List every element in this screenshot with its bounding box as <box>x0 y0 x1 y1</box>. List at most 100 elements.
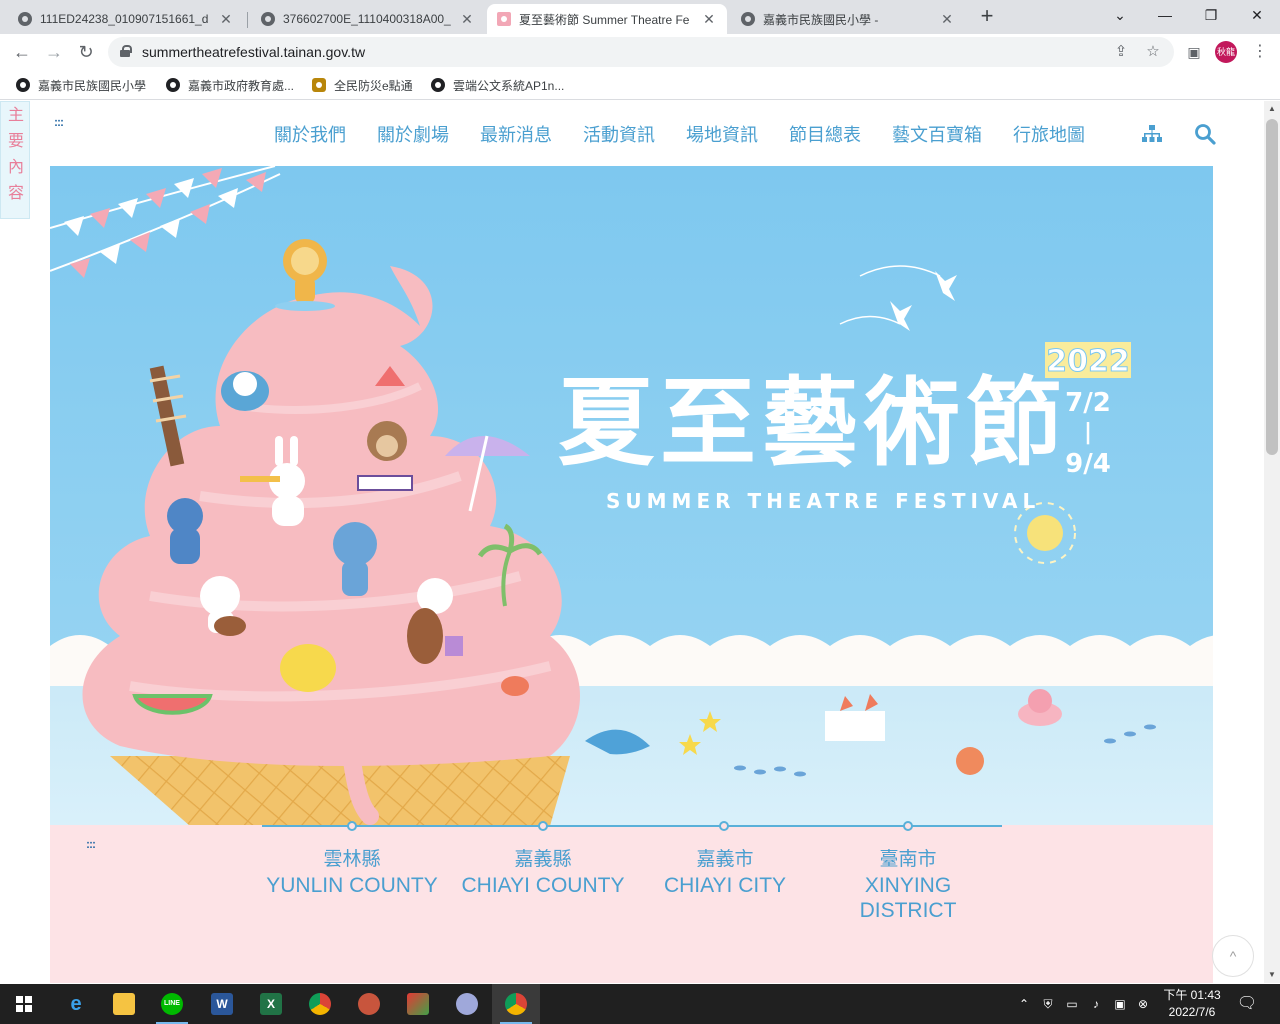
bookmark-label: 雲端公文系統AP1n... <box>453 78 565 93</box>
search-icon[interactable] <box>1194 123 1216 145</box>
globe-icon <box>166 78 180 92</box>
tray-overflow-icon[interactable]: ⌃ <box>1014 984 1034 1024</box>
profile-avatar[interactable]: 秋龍 <box>1215 41 1237 63</box>
page-scrollbar[interactable]: ▲ ▼ <box>1264 101 1280 983</box>
accesskey-marker[interactable]: ::: <box>54 115 64 129</box>
nav-venues[interactable]: 場地資訊 <box>686 121 758 151</box>
forward-icon[interactable]: → <box>42 40 66 64</box>
taskbar-chrome[interactable] <box>296 984 344 1024</box>
venue-name-zh: 雲林縣 <box>323 849 381 870</box>
bookmark-item[interactable]: 嘉義市民族國民小學 <box>16 76 146 94</box>
close-tab-icon[interactable]: ✕ <box>701 11 717 28</box>
back-icon[interactable]: ← <box>10 40 34 64</box>
main-content-skip-link[interactable]: 主 要 內 容 <box>0 101 30 219</box>
scroll-up-icon[interactable]: ▲ <box>1264 101 1280 117</box>
restore-icon[interactable]: ❐ <box>1188 0 1234 30</box>
nav-about-theatre[interactable]: 關於劇場 <box>377 121 449 151</box>
penguin-character <box>221 371 269 411</box>
taskbar-app[interactable] <box>394 984 442 1024</box>
nav-program-list[interactable]: 節目總表 <box>789 121 861 151</box>
bookmark-star-icon[interactable]: ☆ <box>1144 43 1162 61</box>
new-tab-button[interactable]: + <box>976 5 998 28</box>
nav-travel-map[interactable]: 行旅地圖 <box>1013 121 1085 151</box>
nav-events[interactable]: 活動資訊 <box>583 121 655 151</box>
globe-icon <box>16 78 30 92</box>
venue-yunlin[interactable]: 雲林縣 YUNLIN COUNTY <box>262 847 442 898</box>
site-favicon-icon <box>497 12 511 26</box>
volume-icon[interactable]: ♪ <box>1086 984 1106 1024</box>
taskbar-excel[interactable]: X <box>247 984 295 1024</box>
network-icon[interactable]: ▭ <box>1062 984 1082 1024</box>
nav-arts-toolbox[interactable]: 藝文百寶箱 <box>892 121 982 151</box>
excel-icon: X <box>260 993 282 1015</box>
browser-tab[interactable]: 376602700E_1110400318A00_ ✕ <box>251 4 485 34</box>
close-tab-icon[interactable]: ✕ <box>218 11 234 28</box>
venue-dot <box>903 821 913 831</box>
scrollbar-thumb[interactable] <box>1266 119 1278 455</box>
taskbar-app[interactable] <box>345 984 393 1024</box>
minimize-icon[interactable]: — <box>1142 0 1188 30</box>
shield-icon[interactable]: ⛨ <box>1038 984 1058 1024</box>
tab-strip: 111ED24238_010907151661_d ✕ 376602700E_1… <box>0 0 1280 34</box>
bookmark-item[interactable]: 全民防災e點通 <box>312 76 413 94</box>
sitemap-icon[interactable] <box>1141 123 1163 145</box>
bookmark-label: 嘉義市民族國民小學 <box>38 78 147 93</box>
bookmark-item[interactable]: 雲端公文系統AP1n... <box>431 76 564 94</box>
reload-icon[interactable]: ↻ <box>74 40 98 64</box>
side-panel-icon[interactable]: ▣ <box>1182 40 1206 64</box>
emblem-icon <box>312 78 326 92</box>
main-nav: 關於我們 關於劇場 最新消息 活動資訊 場地資訊 節目總表 藝文百寶箱 行旅地圖 <box>274 121 1116 151</box>
venue-name-en: DISTRICT <box>859 899 957 922</box>
octopus-character <box>956 747 984 775</box>
tab-title: 夏至藝術節 Summer Theatre Fe <box>519 12 690 27</box>
tab-title: 111ED24238_010907151661_d <box>40 12 209 26</box>
festival-date-start: 7/2 <box>1065 388 1111 418</box>
bookmark-item[interactable]: 嘉義市政府教育處... <box>166 76 294 94</box>
venue-chiayi-city[interactable]: 嘉義市 CHIAYI CITY <box>645 847 805 898</box>
nav-about-us[interactable]: 關於我們 <box>274 121 346 151</box>
back-to-top-button[interactable]: ^ <box>1212 935 1254 977</box>
url-text[interactable]: summertheatrefestival.tainan.gov.tw <box>142 44 365 60</box>
browser-toolbar: ← → ↻ summertheatrefestival.tainan.gov.t… <box>0 34 1280 70</box>
browser-tab[interactable]: 嘉義市民族國民小學 - ✕ <box>731 4 965 34</box>
tab-search-icon[interactable]: ⌄ <box>1097 0 1143 30</box>
festival-date-separator: | <box>1084 420 1092 445</box>
venue-dot <box>538 821 548 831</box>
notification-icon[interactable]: 🗨 <box>1234 984 1260 1024</box>
taskbar-line[interactable]: LINE <box>148 984 196 1024</box>
close-tab-icon[interactable]: ✕ <box>939 11 955 28</box>
taskbar-chrome-active[interactable] <box>492 984 540 1024</box>
input-method-icon[interactable]: ▣ <box>1110 984 1130 1024</box>
taskbar-word[interactable]: W <box>198 984 246 1024</box>
venue-dot <box>719 821 729 831</box>
nav-news[interactable]: 最新消息 <box>480 121 552 151</box>
accesskey-marker[interactable]: ::: <box>86 837 96 851</box>
scroll-down-icon[interactable]: ▼ <box>1264 967 1280 983</box>
venue-chiayi-county[interactable]: 嘉義縣 CHIAYI COUNTY <box>453 847 633 898</box>
close-window-icon[interactable]: ✕ <box>1234 0 1280 30</box>
browser-tab-active[interactable]: 夏至藝術節 Summer Theatre Fe ✕ <box>487 4 727 34</box>
tab-title: 376602700E_1110400318A00_ <box>283 12 451 26</box>
taskbar-ie[interactable]: e <box>52 984 100 1024</box>
taskbar-app[interactable] <box>443 984 491 1024</box>
side-tab-char: 主 <box>7 107 24 124</box>
globe-icon <box>18 12 32 26</box>
app-icon <box>407 993 429 1015</box>
venue-name-zh: 嘉義市 <box>696 849 754 870</box>
browser-tab[interactable]: 111ED24238_010907151661_d ✕ <box>8 4 244 34</box>
browser-menu-icon[interactable]: ⋮ <box>1250 40 1270 64</box>
share-icon[interactable]: ⇪ <box>1112 43 1130 61</box>
side-tab-char: 內 <box>7 159 24 176</box>
taskbar-file-explorer[interactable] <box>100 984 148 1024</box>
close-tab-icon[interactable]: ✕ <box>459 11 475 28</box>
taskbar-clock[interactable]: 下午 01:43 2022/7/6 <box>1156 987 1228 1021</box>
status-x-icon[interactable]: ⊗ <box>1133 984 1153 1024</box>
clock-date: 2022/7/6 <box>1168 1005 1216 1019</box>
globe-icon <box>431 78 445 92</box>
venue-name-en: CHIAYI CITY <box>663 874 787 897</box>
windows-start-icon[interactable] <box>0 984 48 1024</box>
address-bar[interactable]: summertheatrefestival.tainan.gov.tw ⇪ ☆ <box>108 37 1174 67</box>
venue-tainan[interactable]: 臺南市 XINYING DISTRICT <box>838 847 978 923</box>
venue-dot <box>347 821 357 831</box>
festival-illustration: 夏至藝術節 2022 7/2 | 9/4 SUMMER THEATRE FEST… <box>50 166 1213 826</box>
